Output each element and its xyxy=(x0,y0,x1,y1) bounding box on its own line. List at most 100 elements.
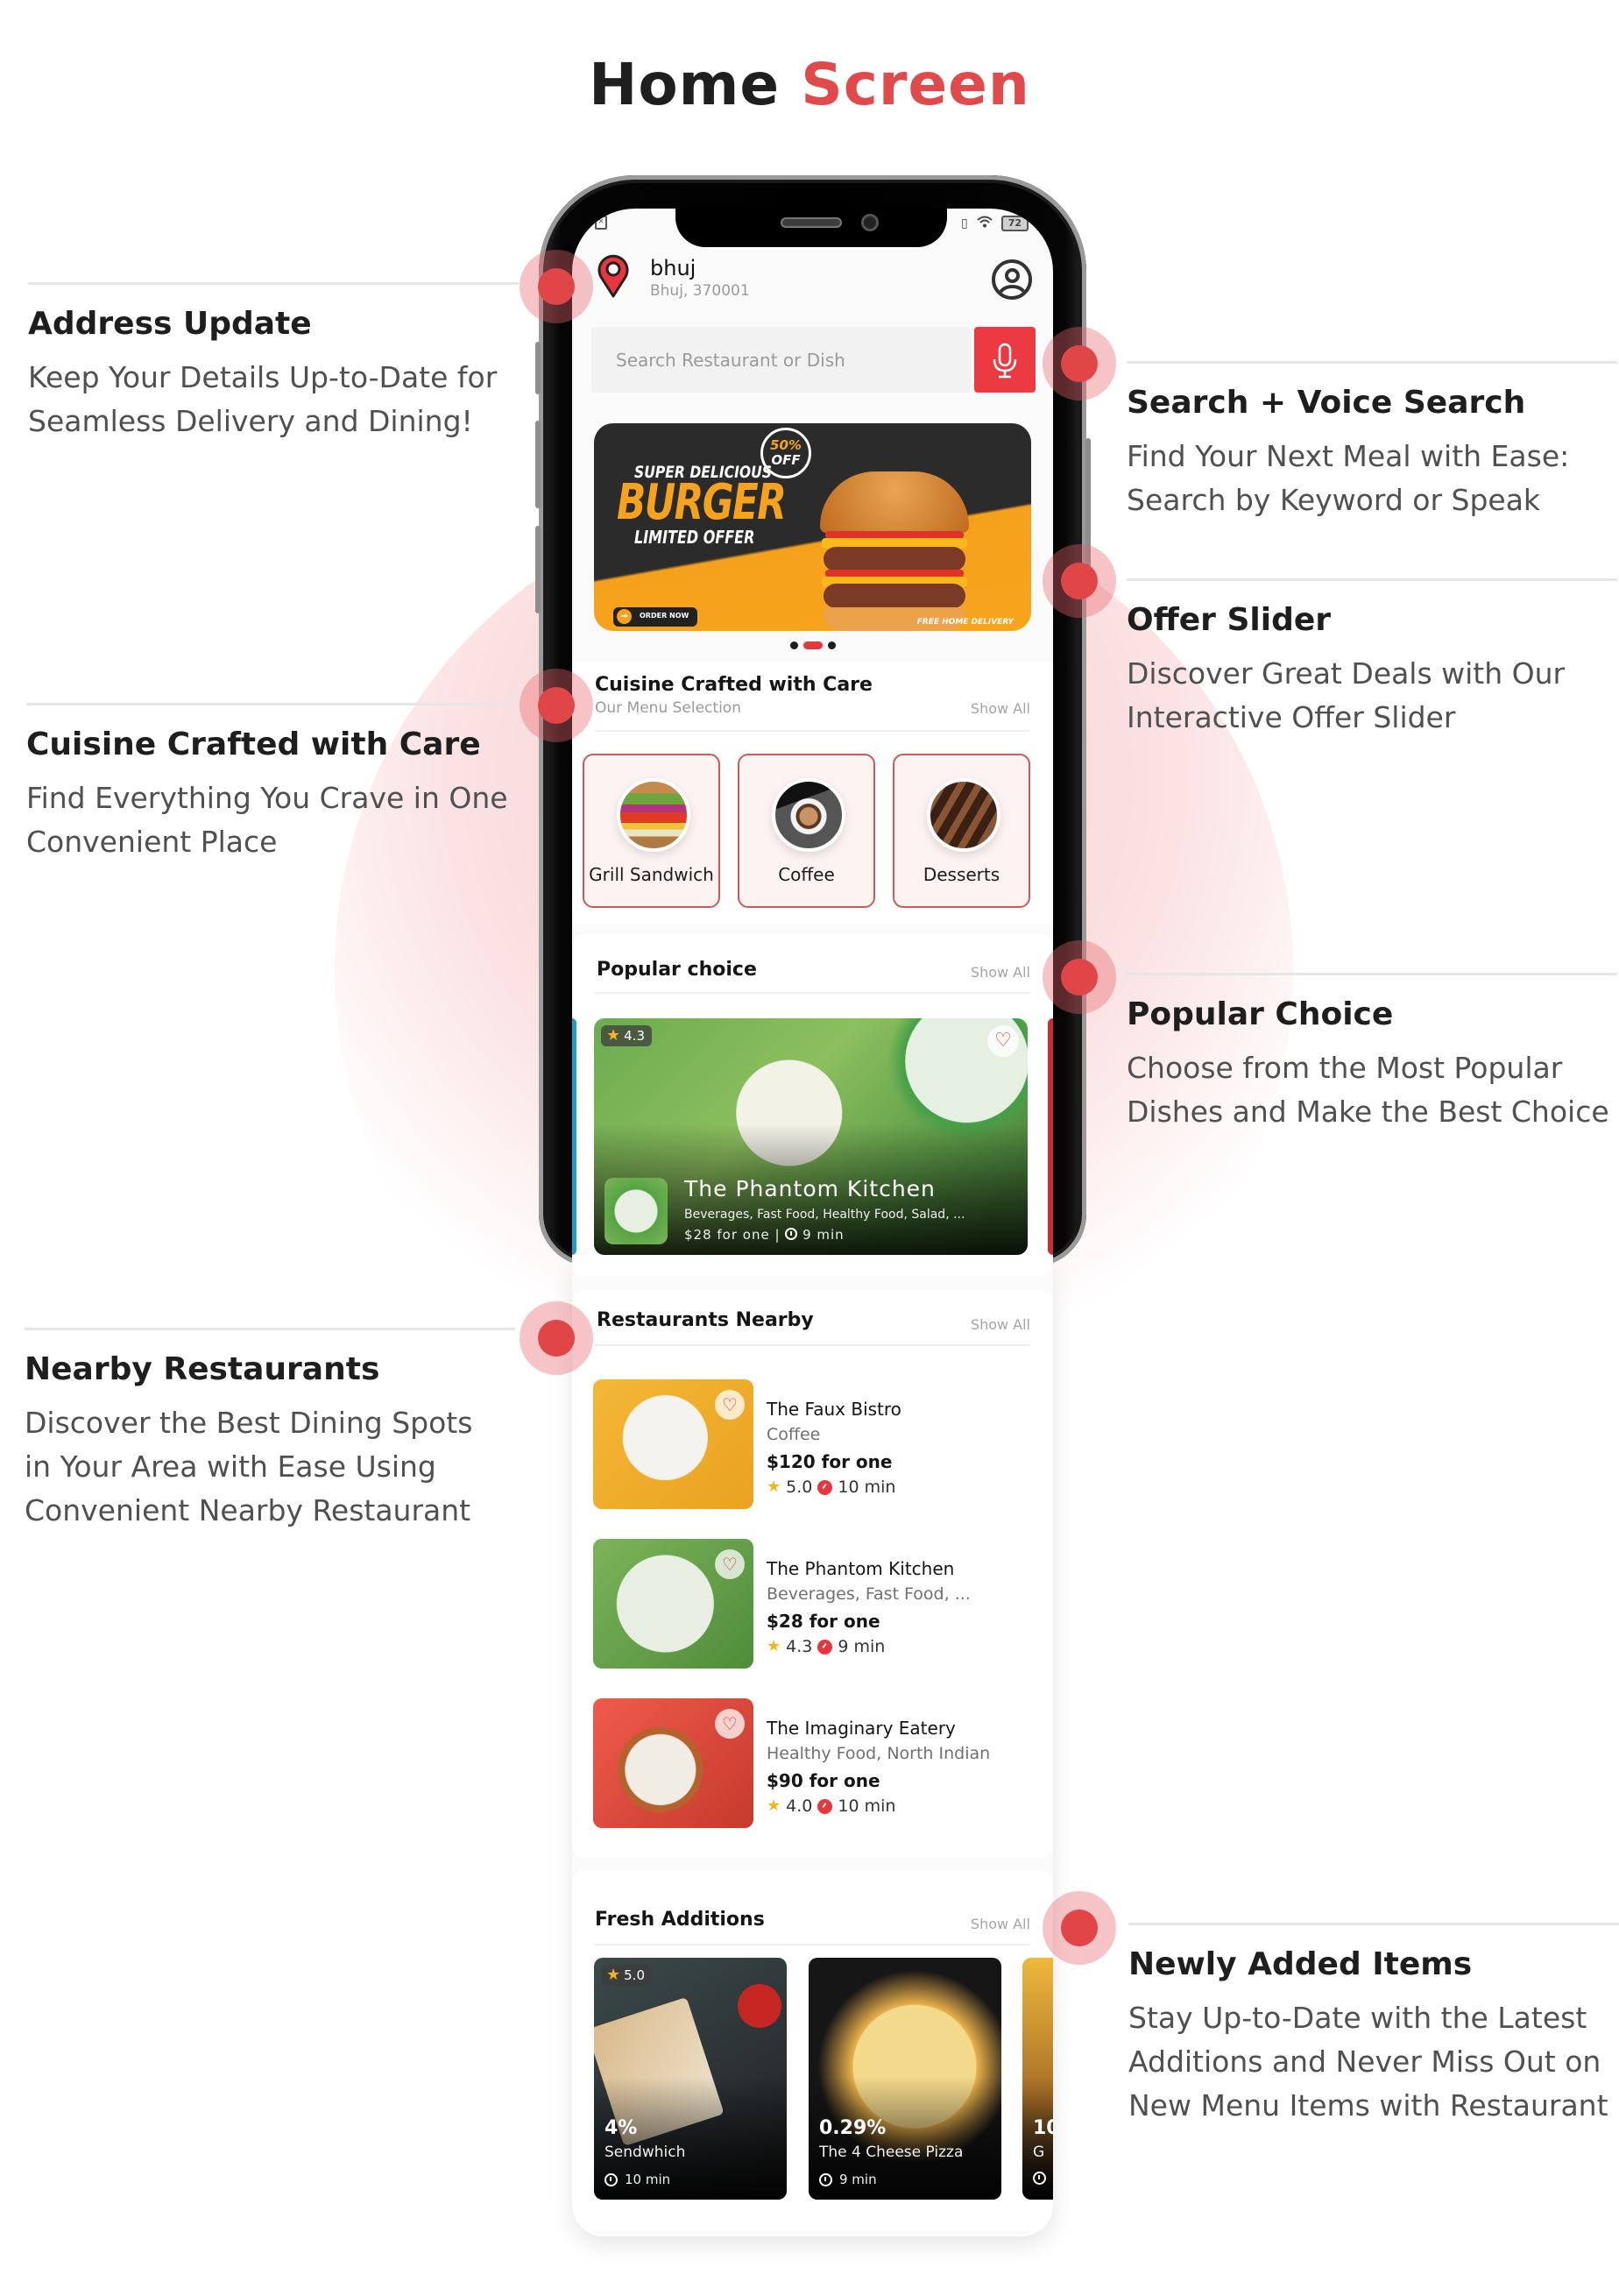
clock-icon xyxy=(604,2172,618,2186)
annotation-title: Search + Voice Search xyxy=(1127,385,1526,421)
restaurant-price: $90 for one xyxy=(767,1770,880,1791)
rating-badge: ★ 4.3 xyxy=(601,1025,652,1046)
star-icon: ★ xyxy=(606,1966,621,1984)
star-icon: ★ xyxy=(606,1026,621,1045)
fresh-item-card-partial[interactable]: 10 G xyxy=(1022,1958,1053,2200)
show-all-link[interactable]: Show All xyxy=(971,700,1030,717)
location-pin-icon[interactable] xyxy=(597,252,630,301)
profile-icon[interactable] xyxy=(992,259,1032,300)
show-all-link[interactable]: Show All xyxy=(971,1316,1030,1333)
search-input[interactable]: Search Restaurant or Dish xyxy=(591,327,972,393)
annotation-rule xyxy=(1127,361,1617,364)
annotation-marker-address xyxy=(520,250,593,323)
carousel-next-card[interactable] xyxy=(1048,1018,1053,1255)
show-all-link[interactable]: Show All xyxy=(971,1916,1030,1932)
category-image xyxy=(617,778,690,852)
star-icon: ★ xyxy=(767,1637,781,1655)
section-title: Popular choice xyxy=(597,959,757,981)
annotation-marker-newly xyxy=(1043,1891,1116,1965)
annotation-address: Address Update Keep Your Details Up-to-D… xyxy=(28,282,519,443)
annotation-rule xyxy=(28,282,519,285)
location-city[interactable]: bhuj xyxy=(650,256,696,280)
annotation-marker-popular xyxy=(1043,940,1116,1014)
annotation-title: Nearby Restaurants xyxy=(25,1351,380,1387)
offer-banner[interactable]: SUPER DELICIOUS BURGER LIMITED OFFER 50%… xyxy=(594,423,1031,631)
annotation-text: Find Your Next Meal with Ease: Search by … xyxy=(1127,439,1570,517)
phone-side-button xyxy=(535,421,541,508)
category-card[interactable]: Coffee xyxy=(738,754,875,908)
restaurant-name: The Faux Bistro xyxy=(767,1399,901,1420)
annotation-rule xyxy=(1127,578,1617,581)
voice-search-button[interactable] xyxy=(974,327,1036,393)
slider-dot[interactable] xyxy=(789,641,798,649)
item-time xyxy=(1033,2172,1046,2185)
section-title: Cuisine Crafted with Care xyxy=(595,674,873,696)
clock-icon xyxy=(1033,2172,1046,2185)
fresh-item-card[interactable]: ★ 5.0 4% Sendwhich 10 min xyxy=(594,1958,787,2200)
annotation-title: Newly Added Items xyxy=(1128,1946,1473,1982)
annotation-marker-offer xyxy=(1043,544,1116,618)
section-divider xyxy=(595,1344,1030,1346)
annotation-title: Popular Choice xyxy=(1127,996,1394,1032)
restaurant-list-item[interactable]: ♡ The Faux Bistro Coffee $120 for one ★ 5… xyxy=(572,1379,1053,1511)
favorite-heart-icon[interactable]: ♡ xyxy=(715,1709,745,1739)
microphone-icon xyxy=(993,343,1017,379)
annotation-rule xyxy=(26,703,517,705)
discount-label: 4% xyxy=(604,2117,638,2139)
star-icon: ★ xyxy=(767,1796,781,1815)
category-card[interactable]: Desserts xyxy=(893,754,1030,908)
annotation-text: Stay Up-to-Date with the Latest Additions… xyxy=(1128,2001,1608,2122)
restaurant-name: The Phantom Kitchen xyxy=(767,1558,955,1579)
banner-line3: LIMITED OFFER xyxy=(634,527,755,548)
discount-badge: 50% OFF xyxy=(760,428,811,478)
favorite-heart-icon[interactable]: ♡ xyxy=(715,1390,745,1420)
restaurant-price: $120 for one xyxy=(767,1451,893,1472)
section-divider xyxy=(595,1944,1030,1945)
item-name: G xyxy=(1033,2144,1045,2161)
page-title-accent: Screen xyxy=(801,51,1030,118)
annotation-rule xyxy=(25,1328,515,1330)
annotation-marker-search xyxy=(1043,327,1116,400)
restaurant-categories: Beverages, Fast Food, ... xyxy=(767,1584,971,1604)
section-divider xyxy=(595,730,1030,732)
category-card[interactable]: Grill Sandwich xyxy=(583,754,720,908)
item-time: 9 min xyxy=(819,2172,877,2187)
annotation-rule xyxy=(1127,973,1617,975)
fresh-item-card[interactable]: 0.29% The 4 Cheese Pizza 9 min xyxy=(809,1958,1001,2200)
location-address[interactable]: Bhuj, 370001 xyxy=(650,282,750,300)
favorite-heart-icon[interactable]: ♡ xyxy=(715,1549,745,1579)
discount-label: 0.29% xyxy=(819,2117,887,2139)
annotation-marker-cuisine xyxy=(520,669,593,742)
popular-card[interactable]: ★ 4.3 ♡ The Phantom Kitchen Beverages, Fa… xyxy=(594,1018,1028,1255)
item-name: Sendwhich xyxy=(604,2144,686,2161)
slider-dot-active[interactable] xyxy=(802,641,823,649)
banner-footer: FREE HOME DELIVERY xyxy=(916,618,1014,627)
annotation-title: Cuisine Crafted with Care xyxy=(26,726,481,762)
restaurant-name: The Phantom Kitchen xyxy=(684,1176,936,1201)
category-label: Coffee xyxy=(778,864,835,885)
carousel-prev-card[interactable] xyxy=(572,1018,576,1255)
annotation-title: Offer Slider xyxy=(1127,602,1332,638)
restaurant-thumbnail xyxy=(604,1178,668,1244)
wifi-icon xyxy=(977,216,993,231)
annotation-title: Address Update xyxy=(28,306,312,342)
restaurant-list-item[interactable]: ♡ The Imaginary Eatery Healthy Food, Nor… xyxy=(572,1698,1053,1830)
annotation-newly: Newly Added Items Stay Up-to-Date with t… xyxy=(1128,1923,1619,2128)
favorite-heart-icon[interactable]: ♡ xyxy=(987,1025,1019,1057)
clock-icon xyxy=(785,1228,798,1240)
annotation-rule xyxy=(1128,1923,1619,1925)
notch xyxy=(675,209,947,247)
restaurant-name: The Imaginary Eatery xyxy=(767,1718,956,1739)
item-time: 10 min xyxy=(604,2172,670,2187)
clock-icon xyxy=(819,2172,832,2186)
category-image xyxy=(772,778,845,852)
restaurant-categories: Beverages, Fast Food, Healthy Food, Sala… xyxy=(684,1208,965,1222)
star-icon: ★ xyxy=(767,1478,781,1496)
section-title: Fresh Additions xyxy=(595,1909,765,1931)
show-all-link[interactable]: Show All xyxy=(971,964,1030,981)
slider-dot[interactable] xyxy=(827,641,836,649)
burger-image xyxy=(820,471,969,631)
annotation-text: Find Everything You Crave in One Convenie… xyxy=(26,781,508,859)
order-now-button[interactable]: ORDER NOW xyxy=(613,607,698,627)
restaurant-list-item[interactable]: ♡ The Phantom Kitchen Beverages, Fast Fo… xyxy=(572,1539,1053,1670)
